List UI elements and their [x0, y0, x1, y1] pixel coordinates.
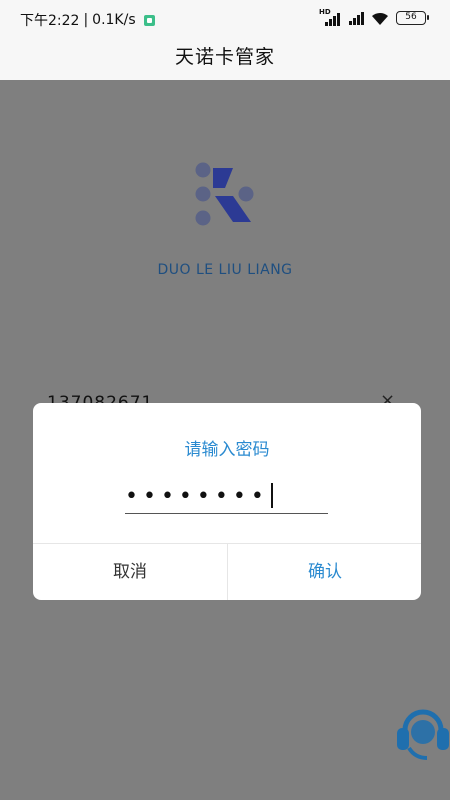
- k-logo-icon: [195, 162, 254, 226]
- headset-icon[interactable]: [395, 700, 450, 762]
- password-field[interactable]: ••••••••: [125, 478, 328, 514]
- status-bar: 下午2:22 | 0.1K/s HD 56: [0, 0, 450, 38]
- brand-name: DUO LE LIU LIANG: [157, 262, 293, 278]
- title-bar: 天诺卡管家: [0, 38, 450, 80]
- status-time: 下午2:22: [20, 13, 80, 29]
- status-net-speed: 0.1K/s: [92, 12, 136, 28]
- battery-icon: 56: [396, 11, 429, 25]
- status-left: 下午2:22 | 0.1K/s: [20, 10, 155, 30]
- wifi-icon: [372, 12, 388, 25]
- password-dialog: 请输入密码 •••••••• 取消 确认: [33, 403, 421, 600]
- status-right: HD 56: [319, 8, 429, 26]
- status-separator: |: [83, 12, 89, 28]
- confirm-button[interactable]: 确认: [228, 544, 421, 600]
- text-caret: [271, 483, 273, 508]
- page-title: 天诺卡管家: [174, 46, 275, 68]
- signal-icon: [349, 11, 364, 25]
- hd-signal-icon: HD: [319, 8, 343, 26]
- dialog-title: 请输入密码: [184, 440, 270, 460]
- cancel-button[interactable]: 取消: [33, 544, 227, 600]
- notification-icon: [143, 14, 155, 26]
- battery-level: 56: [405, 12, 417, 22]
- password-value: ••••••••: [125, 484, 269, 509]
